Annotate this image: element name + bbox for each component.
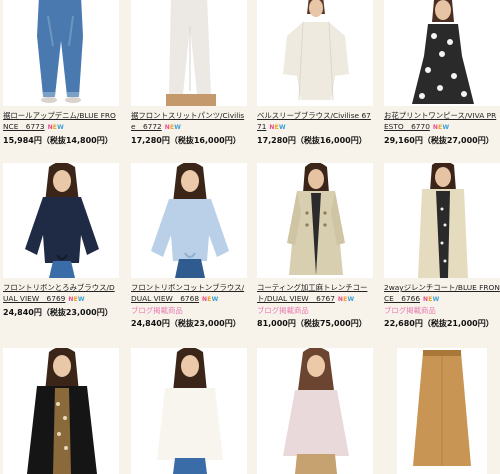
product-card-row3-3[interactable] (257, 348, 373, 474)
product-photo[interactable] (3, 348, 119, 474)
product-card-row3-1[interactable] (3, 348, 119, 474)
blog-featured-label: ブログ掲載商品 (257, 306, 309, 315)
new-badge: NEW (164, 124, 182, 131)
product-photo[interactable] (257, 348, 373, 474)
product-title[interactable]: お花プリントワンピース/VIVA PRESTO 6770 NEW (384, 110, 500, 133)
product-price: 15,984円（税抜14,800円） (3, 136, 113, 145)
product-photo[interactable] (3, 163, 119, 278)
product-price: 17,280円（税抜16,000円） (257, 136, 367, 145)
new-badge: NEW (432, 124, 450, 131)
product-title[interactable]: フロントリボンコットンブラウス/DUAL VIEW 6768 NEW (131, 282, 247, 305)
blog-featured-label: ブログ掲載商品 (131, 306, 183, 315)
product-price: 24,840円（税抜23,000円） (3, 308, 113, 317)
product-photo[interactable] (257, 163, 373, 278)
product-card-6771[interactable]: ベルスリーブブラウス/Civilise 6771 NEW 17,280円（税抜16… (257, 0, 373, 146)
new-badge: NEW (269, 124, 286, 131)
product-card-row3-4[interactable] (397, 348, 487, 474)
new-badge: NEW (68, 296, 85, 303)
product-photo[interactable] (257, 0, 373, 106)
product-grid: 裾ロールアップデニム/BLUE FRONCE 6773 NEW 15,984円（税… (0, 0, 500, 474)
product-card-6773[interactable]: 裾ロールアップデニム/BLUE FRONCE 6773 NEW 15,984円（税… (3, 0, 119, 146)
product-title[interactable]: ベルスリーブブラウス/Civilise 6771 NEW (257, 110, 373, 133)
product-price: 24,840円（税抜23,000円） (131, 319, 241, 328)
product-title[interactable]: 裾ロールアップデニム/BLUE FRONCE 6773 NEW (3, 110, 119, 133)
product-card-6766[interactable]: 2wayジレンチコート/BLUE FRONCE 6766 NEW ブログ掲載商品 … (384, 163, 500, 329)
product-price: 17,280円（税抜16,000円） (131, 136, 241, 145)
product-title[interactable]: フロントリボンとろみブラウス/DUAL VIEW 6769 NEW (3, 282, 119, 305)
product-card-6768[interactable]: フロントリボンコットンブラウス/DUAL VIEW 6768 NEW ブログ掲載商… (131, 163, 247, 329)
new-badge: NEW (423, 296, 440, 303)
blog-featured-label: ブログ掲載商品 (384, 306, 436, 315)
product-photo[interactable] (3, 0, 119, 106)
product-photo[interactable] (131, 348, 247, 474)
product-photo[interactable] (131, 163, 247, 278)
product-photo[interactable] (384, 0, 500, 106)
product-card-row3-2[interactable] (131, 348, 247, 474)
product-card-6769[interactable]: フロントリボンとろみブラウス/DUAL VIEW 6769 NEW 24,840円… (3, 163, 119, 318)
product-card-6767[interactable]: コーティング加工麻トレンチコート/DUAL VIEW 6767 NEW ブログ掲載… (257, 163, 373, 329)
product-photo[interactable] (384, 163, 500, 278)
product-photo[interactable] (397, 348, 487, 474)
product-price: 29,160円（税抜27,000円） (384, 136, 494, 145)
product-card-6772[interactable]: 裾フロントスリットパンツ/Civilise 6772 NEW 17,280円（税抜… (131, 0, 247, 146)
product-title[interactable]: 2wayジレンチコート/BLUE FRONCE 6766 NEW (384, 282, 500, 305)
product-photo[interactable] (131, 0, 247, 106)
product-card-6770[interactable]: お花プリントワンピース/VIVA PRESTO 6770 NEW 29,160円（… (384, 0, 500, 146)
product-price: 22,680円（税抜21,000円） (384, 319, 494, 328)
new-badge: NEW (202, 296, 219, 303)
new-badge: NEW (47, 124, 64, 131)
product-title[interactable]: コーティング加工麻トレンチコート/DUAL VIEW 6767 NEW (257, 282, 373, 305)
product-title[interactable]: 裾フロントスリットパンツ/Civilise 6772 NEW (131, 110, 247, 133)
product-price: 81,000円（税抜75,000円） (257, 319, 367, 328)
new-badge: NEW (337, 296, 355, 303)
